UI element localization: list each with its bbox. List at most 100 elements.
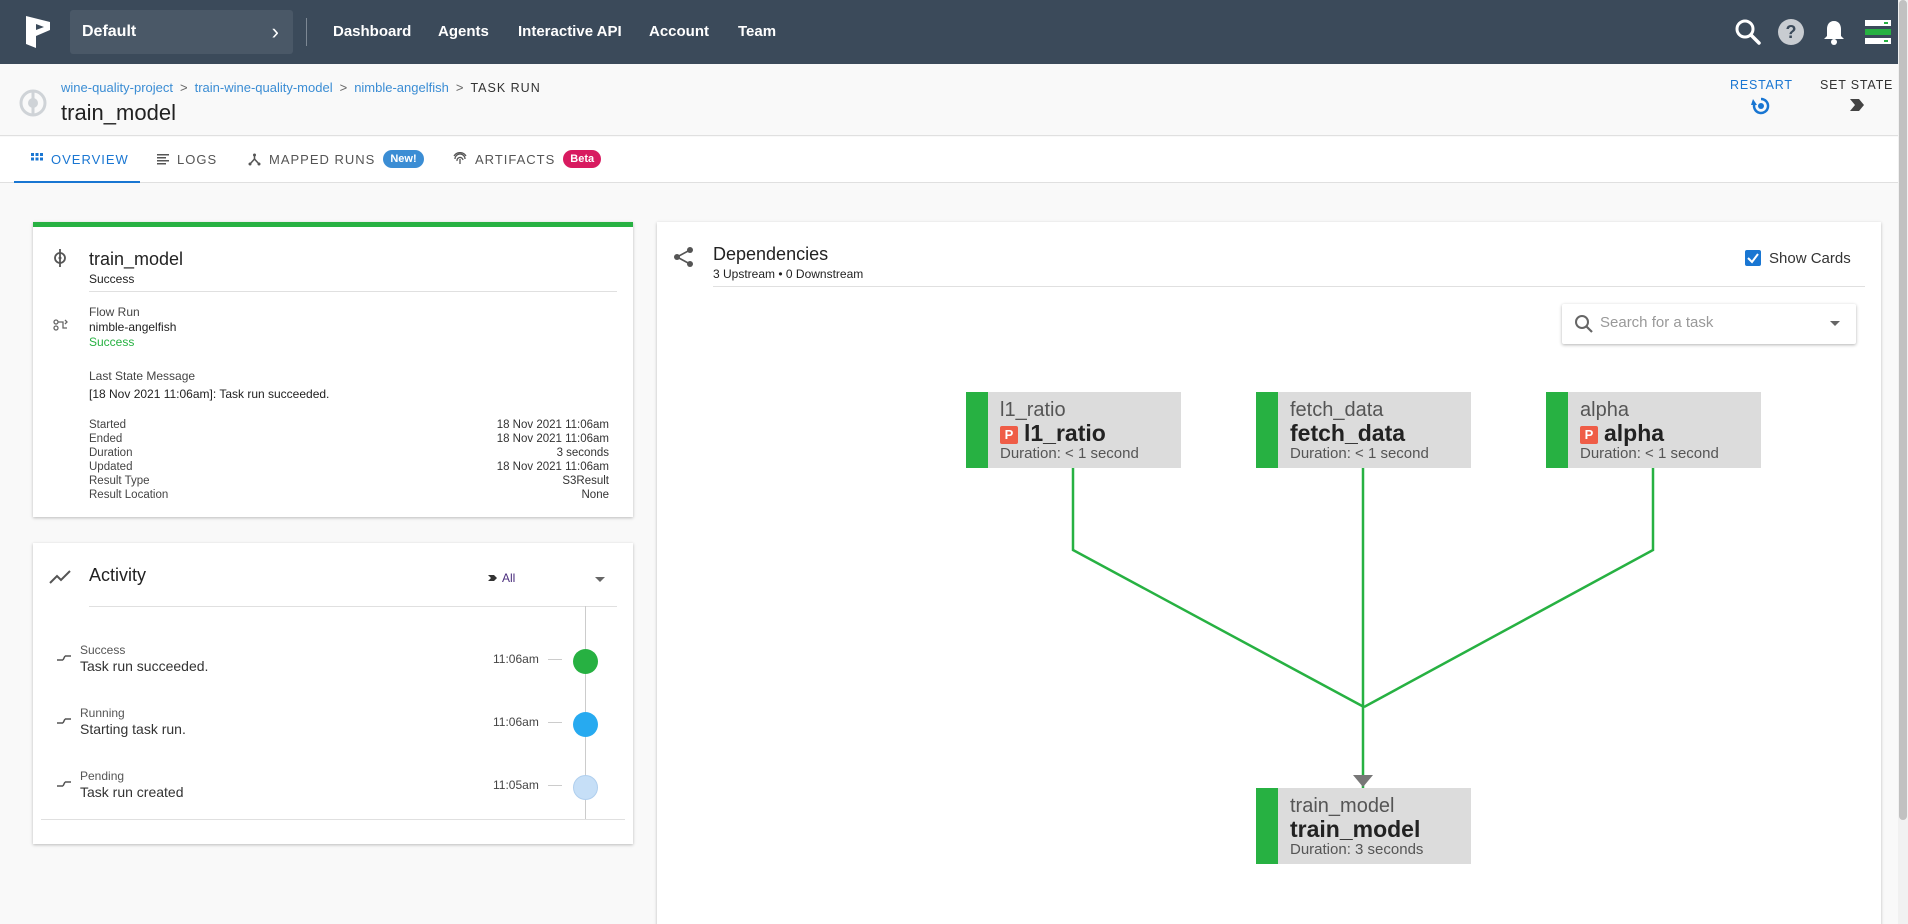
tab-artifacts-label: ARTIFACTS xyxy=(475,152,556,167)
divider xyxy=(89,606,617,607)
detail-key: Duration xyxy=(89,447,133,459)
activity-time: 11:06am xyxy=(493,715,539,729)
nav-dashboard[interactable]: Dashboard xyxy=(333,0,411,64)
arrow-head-icon xyxy=(1353,775,1373,787)
task-node-label: l1_ratio xyxy=(1000,399,1066,421)
activity-state: Pending xyxy=(80,769,125,783)
task-node-duration: Duration: < 1 second xyxy=(1580,445,1719,462)
tab-logs-label: LOGS xyxy=(177,152,218,167)
restart-button[interactable]: RESTART xyxy=(1730,78,1793,116)
page-scrollbar[interactable] xyxy=(1898,0,1908,924)
activity-title: Activity xyxy=(89,565,147,585)
detail-key: Ended xyxy=(89,433,123,445)
breadcrumb: wine-quality-project > train-wine-quality-… xyxy=(61,80,541,95)
detail-value: 18 Nov 2021 11:06am xyxy=(496,419,609,431)
task-node-duration: Duration: < 1 second xyxy=(1000,445,1139,462)
tab-mapped-runs[interactable]: MAPPED RUNS New! xyxy=(248,137,424,183)
breadcrumb-project[interactable]: wine-quality-project xyxy=(61,80,173,95)
server-status-icon[interactable] xyxy=(1864,18,1892,46)
restart-label: RESTART xyxy=(1730,78,1793,92)
task-node-fetch-data[interactable]: fetch_data fetch_data Duration: < 1 seco… xyxy=(1256,392,1471,468)
activity-time: 11:06am xyxy=(493,652,539,666)
timeline-connector xyxy=(548,722,562,723)
task-name: train_model xyxy=(89,249,184,269)
tab-overview[interactable]: OVERVIEW xyxy=(14,137,140,183)
breadcrumb-separator: > xyxy=(455,80,464,95)
task-node-name-text: alpha xyxy=(1604,420,1665,446)
task-node-alpha[interactable]: alpha Palpha Duration: < 1 second xyxy=(1546,392,1761,468)
flow-run-link[interactable]: nimble-angelfish xyxy=(89,320,176,334)
page-title: train_model xyxy=(61,100,176,125)
activity-message: Starting task run. xyxy=(80,721,186,737)
detail-key: Result Location xyxy=(89,489,169,501)
tab-artifacts[interactable]: ARTIFACTS Beta xyxy=(453,137,602,183)
task-node-name: Pl1_ratio xyxy=(1000,420,1106,447)
activity-message: Task run created xyxy=(80,784,184,800)
task-node-name: Palpha xyxy=(1580,420,1664,447)
detail-key: Updated xyxy=(89,461,133,473)
divider xyxy=(41,819,625,820)
logs-lines-icon xyxy=(157,154,169,165)
edge-l1-ratio xyxy=(1071,468,1365,709)
breadcrumb-separator: > xyxy=(339,80,348,95)
timeline-connector xyxy=(548,659,562,660)
activity-filter-value: All xyxy=(502,571,516,585)
flow-run-state: Success xyxy=(89,335,135,349)
state-dot xyxy=(573,712,598,737)
tab-bar: OVERVIEW LOGS MAPPED RUNS New! ARTIFACTS B… xyxy=(0,137,1898,183)
breadcrumb-flow-run[interactable]: nimble-angelfish xyxy=(354,80,449,95)
top-nav-bar: Default › Dashboard Agents Interactive A… xyxy=(0,0,1908,64)
timeline-connector xyxy=(548,785,562,786)
caret-down-icon[interactable] xyxy=(595,577,605,582)
tab-overview-label: OVERVIEW xyxy=(51,152,129,167)
state-change-icon xyxy=(57,718,71,724)
detail-row-started: Started 18 Nov 2021 11:06am xyxy=(89,419,609,433)
task-icon xyxy=(54,249,66,267)
activity-message: Task run succeeded. xyxy=(80,658,209,674)
task-node-label: alpha xyxy=(1580,399,1629,421)
detail-key: Started xyxy=(89,419,127,431)
task-node-duration: Duration: < 1 second xyxy=(1290,445,1429,462)
task-run-details-card: train_model Success Flow Run nimble-ange… xyxy=(33,222,633,517)
nav-agents[interactable]: Agents xyxy=(438,0,489,64)
detail-value: None xyxy=(581,489,610,501)
last-state-message-label: Last State Message xyxy=(89,369,196,383)
search-icon[interactable] xyxy=(1734,18,1762,46)
activity-card: Activity All Success Task run succeeded.… xyxy=(33,543,633,844)
nav-team[interactable]: Team xyxy=(738,0,776,64)
help-icon[interactable]: ? xyxy=(1777,18,1805,46)
parameter-badge-icon: P xyxy=(1580,426,1598,444)
state-dot xyxy=(573,775,598,800)
team-selector[interactable]: Default › xyxy=(70,10,293,54)
detail-row-result-type: Result Type S3Result xyxy=(89,475,609,489)
set-state-label: SET STATE xyxy=(1820,78,1894,92)
activity-filter-select[interactable]: All xyxy=(488,571,515,585)
nav-account[interactable]: Account xyxy=(649,0,709,64)
task-node-l1-ratio[interactable]: l1_ratio Pl1_ratio Duration: < 1 second xyxy=(966,392,1181,468)
notifications-bell-icon[interactable] xyxy=(1820,18,1848,46)
task-node-name: train_model xyxy=(1290,816,1421,842)
edge-alpha xyxy=(1363,468,1655,709)
tab-logs[interactable]: LOGS xyxy=(157,137,217,183)
task-node-label: train_model xyxy=(1290,795,1395,817)
prefect-logo-icon[interactable] xyxy=(24,14,54,50)
last-state-message: [18 Nov 2021 11:06am]: Task run succeede… xyxy=(89,387,329,401)
state-change-icon xyxy=(57,781,71,787)
grid-icon xyxy=(31,153,43,161)
detail-row-result-location: Result Location None xyxy=(89,489,609,503)
restart-icon xyxy=(1751,97,1770,115)
detail-key: Result Type xyxy=(89,475,150,487)
activity-item: Running Starting task run. 11:06am xyxy=(33,706,633,746)
nav-interactive-api[interactable]: Interactive API xyxy=(518,0,622,64)
breadcrumb-flow[interactable]: train-wine-quality-model xyxy=(195,80,333,95)
task-node-train-model[interactable]: train_model train_model Duration: 3 seco… xyxy=(1256,788,1471,864)
state-dot xyxy=(573,649,598,674)
set-state-button[interactable]: SET STATE xyxy=(1820,78,1893,114)
dependencies-card: Dependencies 3 Upstream • 0 Downstream S… xyxy=(657,222,1881,924)
activity-state: Running xyxy=(80,706,125,720)
scrollbar-thumb[interactable] xyxy=(1899,0,1907,820)
page-header: wine-quality-project > train-wine-quality-… xyxy=(0,64,1908,136)
task-state: Success xyxy=(89,272,135,286)
detail-row-ended: Ended 18 Nov 2021 11:06am xyxy=(89,433,609,447)
set-state-icon xyxy=(1849,99,1864,111)
